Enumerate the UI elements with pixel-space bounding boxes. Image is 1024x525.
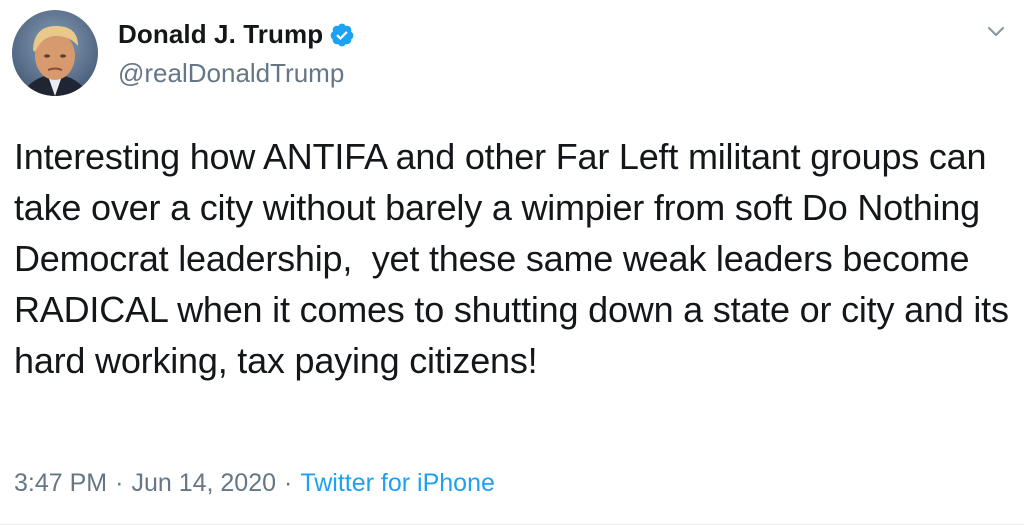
avatar[interactable] (12, 10, 98, 96)
chevron-down-icon (987, 26, 1005, 37)
tweet-source-link[interactable]: Twitter for iPhone (300, 469, 495, 498)
tweet-meta: 3:47 PM · Jun 14, 2020 · Twitter for iPh… (14, 469, 495, 498)
avatar-image (12, 10, 98, 96)
meta-separator: · (284, 469, 293, 497)
tweet-time[interactable]: 3:47 PM (14, 469, 107, 498)
author-name-row: Donald J. Trump (118, 19, 355, 50)
tweet-text: Interesting how ANTIFA and other Far Lef… (14, 136, 1019, 381)
more-options-button[interactable] (984, 22, 1008, 42)
display-name[interactable]: Donald J. Trump (118, 19, 323, 50)
tweet-card: Donald J. Trump @realDonaldTrump Interes… (0, 0, 1024, 525)
meta-separator: · (115, 469, 124, 497)
verified-badge-icon (330, 23, 354, 46)
tweet-date[interactable]: Jun 14, 2020 (131, 469, 276, 498)
author-handle[interactable]: @realDonaldTrump (118, 58, 344, 89)
